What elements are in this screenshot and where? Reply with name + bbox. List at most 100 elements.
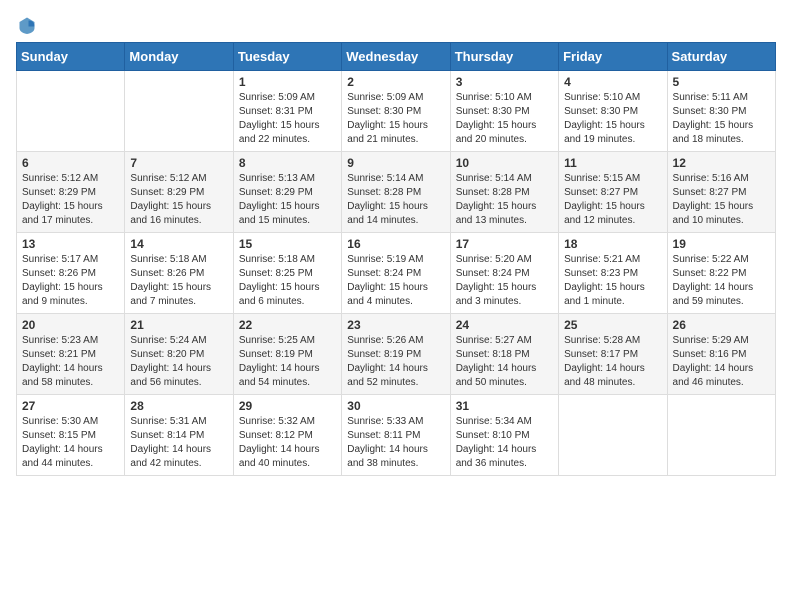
day-info: Sunrise: 5:29 AMSunset: 8:16 PMDaylight:…: [673, 334, 770, 390]
day-info: Sunrise: 5:25 AMSunset: 8:19 PMDaylight:…: [239, 334, 336, 390]
calendar-cell: [667, 395, 775, 476]
day-number: 8: [239, 156, 336, 170]
logo: [16, 16, 36, 34]
day-of-week-header: Thursday: [450, 43, 558, 71]
calendar-cell: 22 Sunrise: 5:25 AMSunset: 8:19 PMDayligh…: [233, 314, 341, 395]
calendar-cell: 16 Sunrise: 5:19 AMSunset: 8:24 PMDayligh…: [342, 233, 450, 314]
calendar-cell: 14 Sunrise: 5:18 AMSunset: 8:26 PMDayligh…: [125, 233, 233, 314]
calendar-cell: 4 Sunrise: 5:10 AMSunset: 8:30 PMDaylight…: [559, 71, 667, 152]
day-number: 29: [239, 399, 336, 413]
day-info: Sunrise: 5:33 AMSunset: 8:11 PMDaylight:…: [347, 415, 444, 471]
day-info: Sunrise: 5:09 AMSunset: 8:30 PMDaylight:…: [347, 91, 444, 147]
day-number: 16: [347, 237, 444, 251]
day-info: Sunrise: 5:11 AMSunset: 8:30 PMDaylight:…: [673, 91, 770, 147]
day-number: 2: [347, 75, 444, 89]
day-of-week-header: Friday: [559, 43, 667, 71]
calendar-cell: 28 Sunrise: 5:31 AMSunset: 8:14 PMDayligh…: [125, 395, 233, 476]
calendar-cell: 29 Sunrise: 5:32 AMSunset: 8:12 PMDayligh…: [233, 395, 341, 476]
day-number: 9: [347, 156, 444, 170]
day-number: 17: [456, 237, 553, 251]
calendar-week-row: 27Sunrise: 5:30 AMSunset: 8:15 PMDayligh…: [17, 395, 776, 476]
day-info: Sunrise: 5:21 AMSunset: 8:23 PMDaylight:…: [564, 253, 661, 309]
calendar-cell: 26 Sunrise: 5:29 AMSunset: 8:16 PMDayligh…: [667, 314, 775, 395]
calendar-cell: 3 Sunrise: 5:10 AMSunset: 8:30 PMDaylight…: [450, 71, 558, 152]
day-number: 25: [564, 318, 661, 332]
calendar-cell: 13 Sunrise: 5:17 AMSunset: 8:26 PMDayligh…: [17, 233, 125, 314]
calendar-cell: 7 Sunrise: 5:12 AMSunset: 8:29 PMDaylight…: [125, 152, 233, 233]
calendar-cell: [17, 71, 125, 152]
calendar-cell: [559, 395, 667, 476]
day-number: 26: [673, 318, 770, 332]
calendar-header-row: SundayMondayTuesdayWednesdayThursdayFrid…: [17, 43, 776, 71]
calendar-cell: 12 Sunrise: 5:16 AMSunset: 8:27 PMDayligh…: [667, 152, 775, 233]
calendar-cell: 1 Sunrise: 5:09 AMSunset: 8:31 PMDaylight…: [233, 71, 341, 152]
logo-icon: [18, 16, 36, 34]
day-info: Sunrise: 5:19 AMSunset: 8:24 PMDaylight:…: [347, 253, 444, 309]
day-info: Sunrise: 5:12 AMSunset: 8:29 PMDaylight:…: [22, 172, 119, 228]
calendar-table: SundayMondayTuesdayWednesdayThursdayFrid…: [16, 42, 776, 476]
day-number: 19: [673, 237, 770, 251]
day-info: Sunrise: 5:10 AMSunset: 8:30 PMDaylight:…: [456, 91, 553, 147]
calendar-cell: 23 Sunrise: 5:26 AMSunset: 8:19 PMDayligh…: [342, 314, 450, 395]
day-info: Sunrise: 5:18 AMSunset: 8:26 PMDaylight:…: [130, 253, 227, 309]
calendar-cell: 24 Sunrise: 5:27 AMSunset: 8:18 PMDayligh…: [450, 314, 558, 395]
day-number: 10: [456, 156, 553, 170]
day-number: 31: [456, 399, 553, 413]
day-info: Sunrise: 5:27 AMSunset: 8:18 PMDaylight:…: [456, 334, 553, 390]
day-info: Sunrise: 5:14 AMSunset: 8:28 PMDaylight:…: [456, 172, 553, 228]
day-info: Sunrise: 5:31 AMSunset: 8:14 PMDaylight:…: [130, 415, 227, 471]
day-number: 24: [456, 318, 553, 332]
day-number: 28: [130, 399, 227, 413]
calendar-cell: 11 Sunrise: 5:15 AMSunset: 8:27 PMDayligh…: [559, 152, 667, 233]
calendar-cell: [125, 71, 233, 152]
day-of-week-header: Saturday: [667, 43, 775, 71]
calendar-cell: 5 Sunrise: 5:11 AMSunset: 8:30 PMDaylight…: [667, 71, 775, 152]
day-info: Sunrise: 5:26 AMSunset: 8:19 PMDaylight:…: [347, 334, 444, 390]
day-info: Sunrise: 5:22 AMSunset: 8:22 PMDaylight:…: [673, 253, 770, 309]
day-of-week-header: Monday: [125, 43, 233, 71]
day-number: 18: [564, 237, 661, 251]
calendar-week-row: 13 Sunrise: 5:17 AMSunset: 8:26 PMDayligh…: [17, 233, 776, 314]
day-of-week-header: Sunday: [17, 43, 125, 71]
day-number: 13: [22, 237, 119, 251]
calendar-week-row: 20 Sunrise: 5:23 AMSunset: 8:21 PMDayligh…: [17, 314, 776, 395]
calendar-cell: 21Sunrise: 5:24 AMSunset: 8:20 PMDayligh…: [125, 314, 233, 395]
day-info: Sunrise: 5:30 AMSunset: 8:15 PMDaylight:…: [22, 415, 119, 471]
calendar-cell: 6 Sunrise: 5:12 AMSunset: 8:29 PMDaylight…: [17, 152, 125, 233]
calendar-cell: 10 Sunrise: 5:14 AMSunset: 8:28 PMDayligh…: [450, 152, 558, 233]
day-number: 15: [239, 237, 336, 251]
day-info: Sunrise: 5:12 AMSunset: 8:29 PMDaylight:…: [130, 172, 227, 228]
day-number: 5: [673, 75, 770, 89]
calendar-cell: 2 Sunrise: 5:09 AMSunset: 8:30 PMDaylight…: [342, 71, 450, 152]
day-number: 4: [564, 75, 661, 89]
day-number: 7: [130, 156, 227, 170]
day-number: 12: [673, 156, 770, 170]
day-number: 3: [456, 75, 553, 89]
day-number: 14: [130, 237, 227, 251]
calendar-cell: 19 Sunrise: 5:22 AMSunset: 8:22 PMDayligh…: [667, 233, 775, 314]
day-number: 1: [239, 75, 336, 89]
day-of-week-header: Wednesday: [342, 43, 450, 71]
day-of-week-header: Tuesday: [233, 43, 341, 71]
day-info: Sunrise: 5:34 AMSunset: 8:10 PMDaylight:…: [456, 415, 553, 471]
day-info: Sunrise: 5:23 AMSunset: 8:21 PMDaylight:…: [22, 334, 119, 390]
day-info: Sunrise: 5:10 AMSunset: 8:30 PMDaylight:…: [564, 91, 661, 147]
calendar-cell: 15Sunrise: 5:18 AMSunset: 8:25 PMDayligh…: [233, 233, 341, 314]
day-info: Sunrise: 5:09 AMSunset: 8:31 PMDaylight:…: [239, 91, 336, 147]
calendar-cell: 18 Sunrise: 5:21 AMSunset: 8:23 PMDayligh…: [559, 233, 667, 314]
day-info: Sunrise: 5:32 AMSunset: 8:12 PMDaylight:…: [239, 415, 336, 471]
page-header: [16, 16, 776, 34]
day-info: Sunrise: 5:17 AMSunset: 8:26 PMDaylight:…: [22, 253, 119, 309]
day-number: 23: [347, 318, 444, 332]
calendar-cell: 20 Sunrise: 5:23 AMSunset: 8:21 PMDayligh…: [17, 314, 125, 395]
day-info: Sunrise: 5:14 AMSunset: 8:28 PMDaylight:…: [347, 172, 444, 228]
day-info: Sunrise: 5:15 AMSunset: 8:27 PMDaylight:…: [564, 172, 661, 228]
calendar-cell: 8Sunrise: 5:13 AMSunset: 8:29 PMDaylight…: [233, 152, 341, 233]
day-number: 6: [22, 156, 119, 170]
day-info: Sunrise: 5:16 AMSunset: 8:27 PMDaylight:…: [673, 172, 770, 228]
day-number: 11: [564, 156, 661, 170]
calendar-cell: 30Sunrise: 5:33 AMSunset: 8:11 PMDayligh…: [342, 395, 450, 476]
calendar-week-row: 1 Sunrise: 5:09 AMSunset: 8:31 PMDaylight…: [17, 71, 776, 152]
day-number: 20: [22, 318, 119, 332]
day-number: 22: [239, 318, 336, 332]
